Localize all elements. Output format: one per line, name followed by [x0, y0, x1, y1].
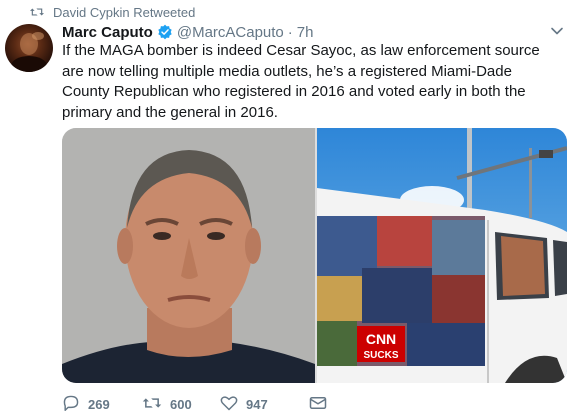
retweet-icon — [142, 395, 162, 414]
van-decal-text: CNN — [366, 331, 396, 347]
retweet-banner-text[interactable]: David Cypkin Retweeted — [53, 5, 195, 20]
author-display-name[interactable]: Marc Caputo — [62, 24, 153, 41]
retweet-button[interactable]: 600 — [142, 395, 220, 414]
direct-message-button[interactable] — [309, 396, 327, 413]
reply-button[interactable]: 269 — [62, 395, 142, 414]
reply-count: 269 — [88, 396, 110, 412]
envelope-icon — [309, 396, 327, 413]
avatar[interactable] — [5, 24, 53, 72]
retweet-banner: David Cypkin Retweeted — [30, 4, 195, 20]
author-handle[interactable]: @MarcACaputo — [177, 24, 284, 41]
like-count: 947 — [246, 396, 268, 412]
retweet-icon — [30, 6, 44, 18]
media-grid: CNN SUCKS — [62, 128, 567, 383]
mugshot-photo[interactable] — [62, 128, 315, 383]
van-photo[interactable]: CNN SUCKS — [317, 128, 567, 383]
van-decal-text: SUCKS — [363, 350, 398, 361]
heart-icon — [220, 395, 238, 414]
tweet-header: Marc Caputo @MarcACaputo · 7h — [62, 22, 564, 42]
retweet-count: 600 — [170, 396, 192, 412]
reply-icon — [62, 395, 80, 414]
verified-badge-icon — [157, 24, 173, 40]
tweet-timestamp[interactable]: 7h — [297, 24, 314, 41]
tweet-text: If the MAGA bomber is indeed Cesar Sayoc… — [62, 42, 540, 121]
tweet-actions: 269 600 947 — [62, 394, 327, 414]
separator-dot: · — [287, 23, 293, 41]
like-button[interactable]: 947 — [220, 395, 309, 414]
chevron-down-icon[interactable] — [550, 24, 564, 42]
